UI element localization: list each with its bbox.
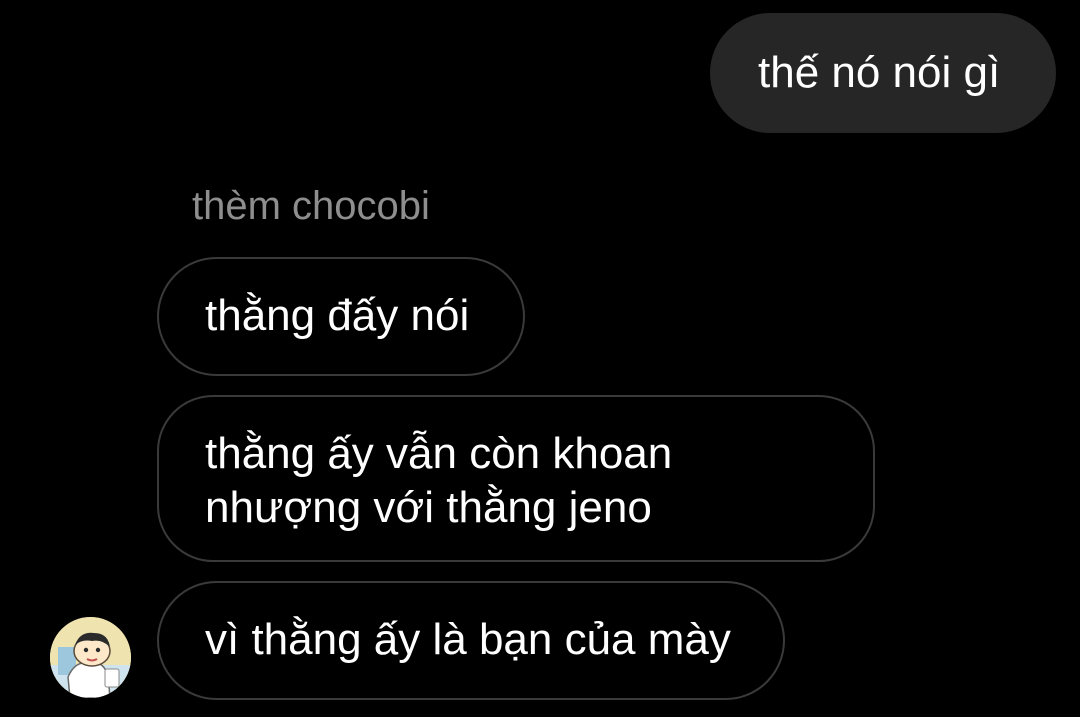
incoming-message-bubble[interactable]: thằng ấy vẫn còn khoan nhượng với thằng … <box>157 395 875 562</box>
message-text: vì thằng ấy là bạn của mày <box>205 615 731 664</box>
message-text-line: thằng ấy vẫn còn khoan <box>205 429 673 478</box>
avatar[interactable] <box>50 617 131 698</box>
outgoing-message-bubble[interactable]: thế nó nói gì <box>710 13 1056 133</box>
message-text: thằng đấy nói <box>205 291 470 340</box>
message-text: thế nó nói gì <box>758 48 1001 97</box>
cartoon-avatar-icon <box>50 617 131 698</box>
incoming-message-bubble[interactable]: vì thằng ấy là bạn của mày <box>157 581 785 700</box>
sender-name: thèm chocobi <box>192 184 430 228</box>
incoming-message-bubble[interactable]: thằng đấy nói <box>157 257 525 376</box>
message-text-line: nhượng với thằng jeno <box>205 483 652 532</box>
